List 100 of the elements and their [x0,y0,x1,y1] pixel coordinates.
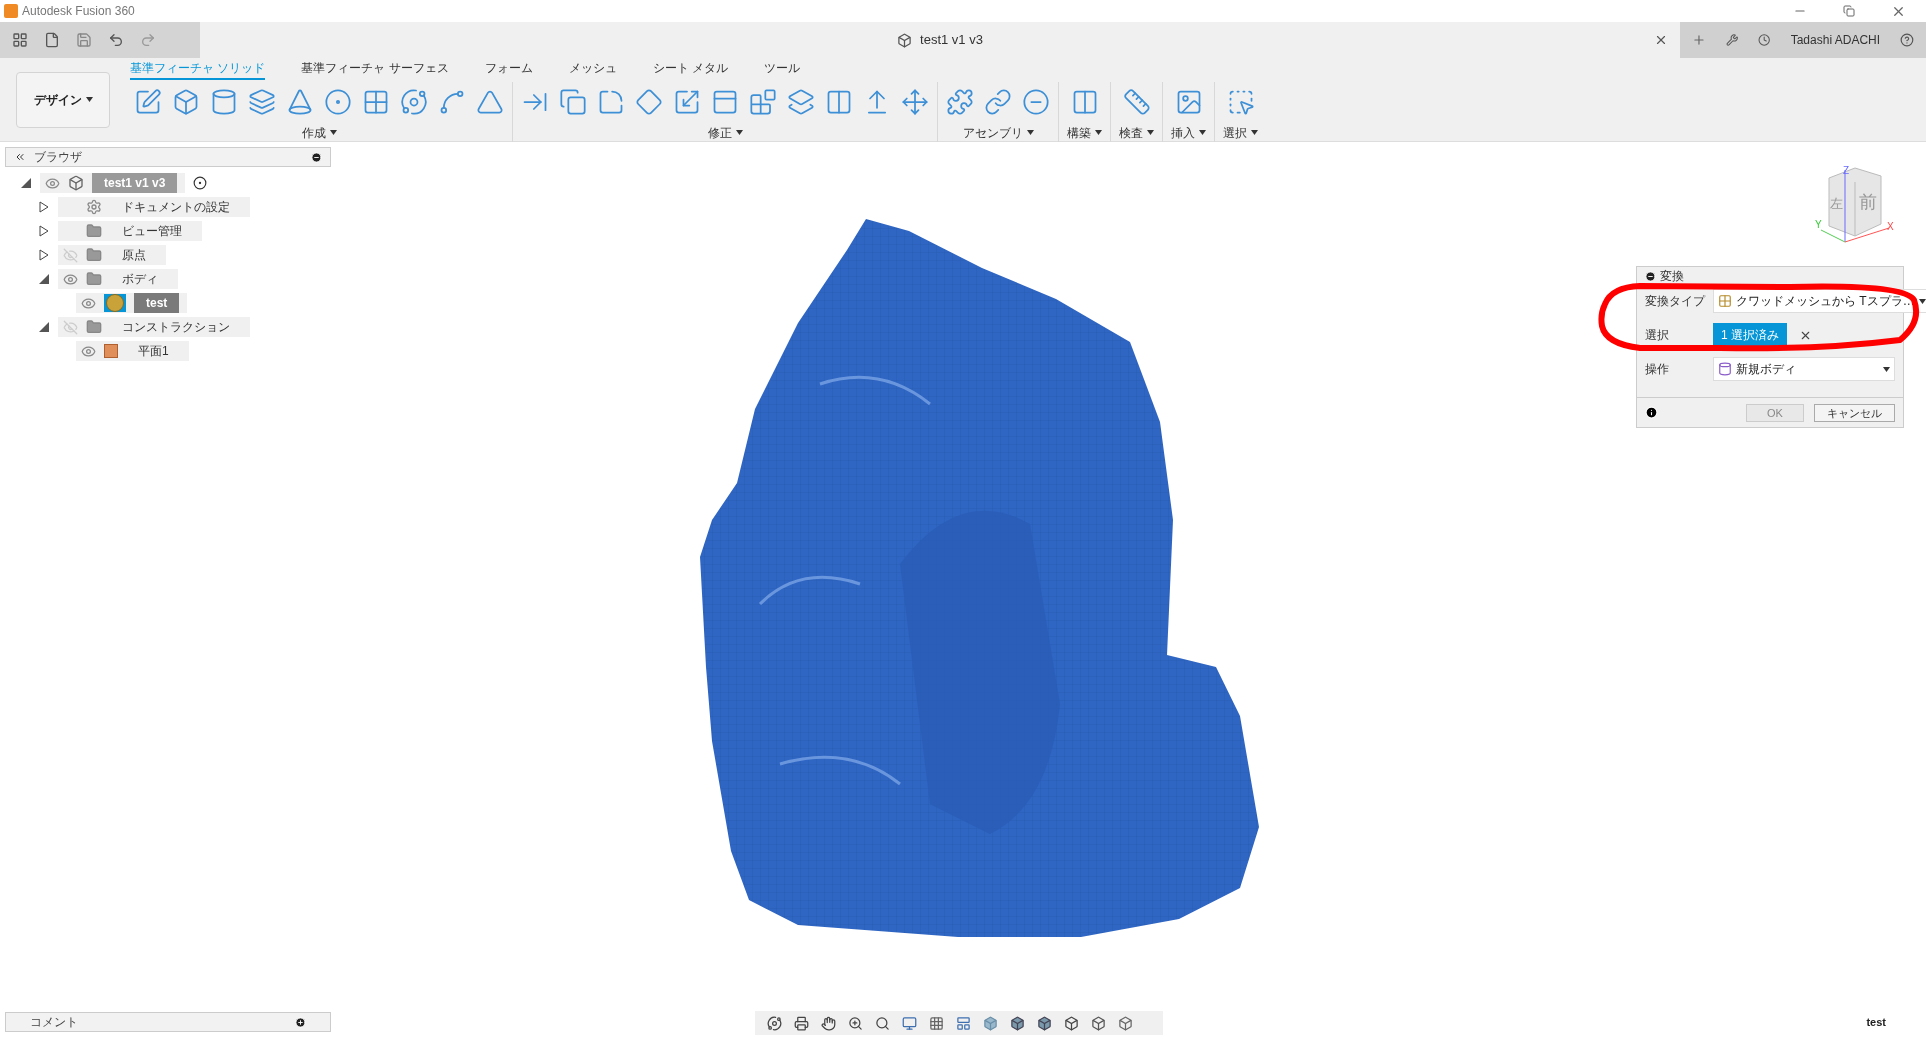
link-icon[interactable] [984,87,1012,116]
help-icon[interactable] [1900,31,1914,49]
collapse-triangle-icon[interactable] [38,321,50,333]
layers-icon[interactable] [248,87,276,116]
expand-triangle-icon[interactable] [38,225,50,237]
fit-icon[interactable] [875,1015,890,1031]
workspace-dropdown[interactable]: デザイン [16,71,110,128]
minimize-panel-icon[interactable] [311,151,322,163]
tool-group-menu[interactable]: 修正 [707,123,743,142]
move-icon[interactable] [901,87,929,116]
pan-hand-icon[interactable] [821,1015,836,1031]
caret-icon [1026,130,1034,135]
redo-icon[interactable] [140,32,156,48]
layers-icon[interactable] [787,87,815,116]
viewports-icon[interactable] [956,1015,971,1031]
expand-triangle-icon[interactable] [38,201,50,213]
tree-item[interactable]: コンストラクション [58,317,250,337]
expand-triangle-icon[interactable] [38,249,50,261]
dropdown-field[interactable]: 新規ボディ [1713,357,1895,381]
diamond-icon[interactable] [635,87,663,116]
info-icon[interactable] [1645,406,1658,419]
cylinder-icon[interactable] [210,87,238,116]
browser-header[interactable]: ブラウザ [5,147,331,167]
tree-item[interactable]: ビュー管理 [58,221,202,241]
cone-icon[interactable] [286,87,314,116]
caret-icon [1147,130,1154,135]
plane-icon [104,344,118,358]
tree-item-label: ビュー管理 [121,223,183,240]
circle-minus-icon[interactable] [1022,87,1050,116]
tool-group-menu[interactable]: アセンブリ [962,123,1034,142]
app-logo-icon [4,4,18,18]
box-icon[interactable] [172,87,200,116]
tool-group-menu[interactable]: 検査 [1119,123,1154,142]
tree-item[interactable]: ボディ [58,269,178,289]
minimize-panel-icon[interactable] [1645,270,1656,282]
eye-icon[interactable] [80,343,96,359]
zoom-icon[interactable] [848,1015,863,1031]
ribbon-tab[interactable]: メッシュ [568,58,617,80]
orbit-icon[interactable] [767,1015,782,1031]
wireframe-cube-icon[interactable] [1091,1015,1106,1031]
tree-item-label: コンストラクション [121,319,231,336]
tree-item-label: test [134,293,180,313]
puzzle-icon[interactable] [946,87,974,116]
document-tab[interactable]: test1 v1 v3 [200,22,1680,58]
dialog-button[interactable]: キャンセル [1814,403,1895,422]
undo-icon[interactable] [108,32,124,48]
circle-dot-icon[interactable] [324,87,352,116]
tool-group-menu[interactable]: 作成 [301,123,337,142]
save-icon[interactable] [76,32,92,48]
ruler-icon[interactable] [1122,87,1151,116]
collapse-icon[interactable] [14,151,26,163]
folder-icon [86,223,102,239]
sketch-icon[interactable] [134,87,162,116]
tool-group-menu[interactable]: 選択 [1223,123,1258,142]
collapse-triangle-icon[interactable] [38,273,50,285]
file-icon[interactable] [44,32,60,48]
document-tab-title: test1 v1 v3 [920,31,983,50]
shell-icon[interactable] [559,87,587,116]
tree-item-label: ボディ [121,271,159,288]
collapse-triangle-icon[interactable] [20,177,32,189]
display-settings-icon[interactable] [902,1015,917,1031]
restore-icon[interactable] [1843,5,1855,17]
ribbon-tab[interactable]: フォーム [484,58,533,80]
tree-item[interactable]: 平面1 [76,341,189,361]
window-title: Autodesk Fusion 360 [22,3,135,20]
eye-icon[interactable] [80,295,96,311]
ribbon-tab[interactable]: シート メタル [652,58,729,80]
dialog-title: 変換 [1660,268,1684,285]
caret-icon [1918,298,1926,304]
wrench-icon[interactable] [1725,32,1739,48]
panel-title: コメント [30,1014,79,1031]
eye-icon[interactable] [62,271,78,287]
clock-icon[interactable] [1758,32,1771,48]
field-label: 選択 [1645,327,1670,344]
shaded-cube-icon[interactable] [1010,1015,1025,1031]
caret-icon [735,130,743,135]
apps-grid-icon[interactable] [12,32,28,48]
caret-icon [1251,130,1258,135]
wireframe-cube-icon[interactable] [1064,1015,1079,1031]
ribbon-tab[interactable]: 基準フィーチャ サーフェス [301,58,449,80]
activate-radio-icon[interactable] [193,176,208,190]
gear-icon [86,199,102,215]
shaded-cube-icon[interactable] [1037,1015,1052,1031]
tree-item[interactable]: test [76,293,188,313]
grid-icon[interactable] [929,1015,944,1031]
close-icon[interactable] [1654,33,1668,47]
wireframe-cube-icon[interactable] [1118,1015,1133,1031]
ribbon-tab[interactable]: ツール [764,58,801,80]
add-comment-icon[interactable] [295,1016,306,1028]
tree-item[interactable]: 原点 [58,245,166,265]
tool-group-menu[interactable]: 挿入 [1171,123,1206,142]
mesh-icon [1718,294,1732,308]
caret-icon [329,130,337,135]
caret-icon [1199,130,1206,135]
tree-item[interactable]: ドキュメントの設定 [58,197,250,217]
eye-icon[interactable] [44,175,60,191]
user-name[interactable]: Tadashi ADACHI [1790,31,1881,49]
tree-item-label: 原点 [121,247,147,264]
tool-group-menu[interactable]: 構築 [1067,123,1102,142]
blocks-icon[interactable] [749,87,777,116]
